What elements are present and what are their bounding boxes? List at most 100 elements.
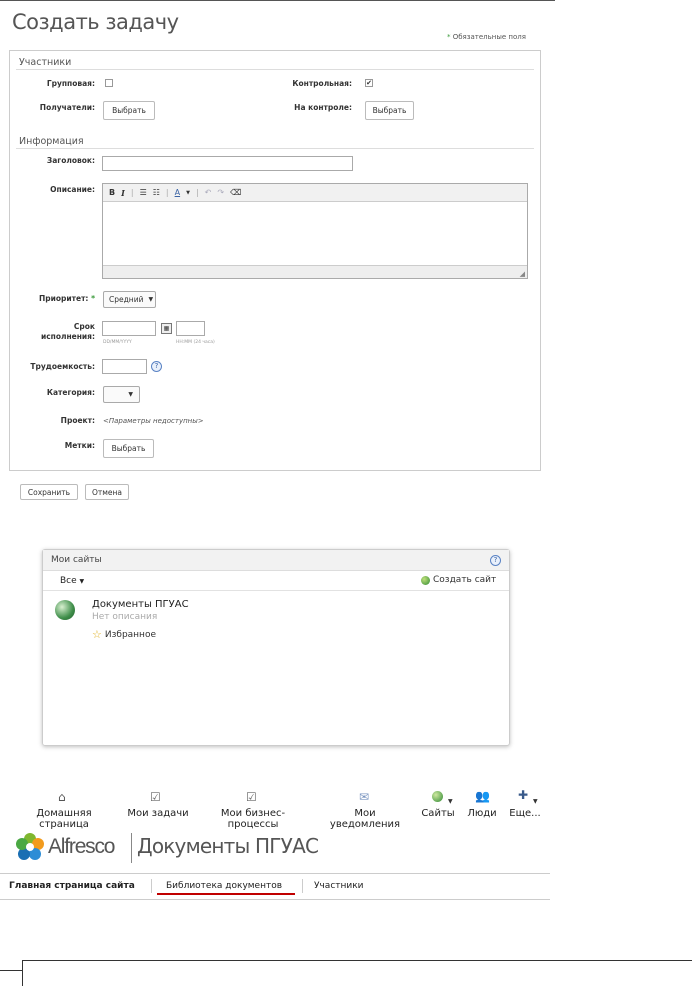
group-label: Групповая: bbox=[46, 79, 95, 88]
tasks-icon[interactable]: ☑ bbox=[150, 790, 161, 804]
due-date-input[interactable] bbox=[102, 321, 156, 336]
site-name-link[interactable]: Документы ПГУАС bbox=[92, 599, 189, 610]
nav-my-workflows[interactable]: Мои бизнес-процессы bbox=[196, 808, 310, 830]
control-label: Контрольная: bbox=[292, 79, 352, 88]
tab-members[interactable]: Участники bbox=[314, 881, 364, 891]
help-icon[interactable]: ? bbox=[490, 555, 501, 566]
editor-statusbar: ◢ bbox=[103, 265, 527, 278]
nav-home[interactable]: Домашняя страница bbox=[10, 808, 118, 830]
due-label-line2: исполнения: bbox=[40, 332, 95, 341]
site-globe-icon bbox=[55, 600, 75, 620]
heading-input[interactable] bbox=[102, 156, 353, 171]
tags-label: Метки: bbox=[64, 441, 95, 450]
project-label: Проект: bbox=[60, 416, 95, 425]
filter-value: Все bbox=[60, 576, 77, 586]
nav-people[interactable]: Люди bbox=[465, 808, 499, 819]
priority-label: Приоритет: * bbox=[20, 294, 95, 303]
undo-icon[interactable]: ↶ bbox=[205, 188, 212, 197]
due-time-input[interactable] bbox=[176, 321, 205, 336]
heading-label: Заголовок: bbox=[46, 156, 95, 165]
redo-icon[interactable]: ↷ bbox=[217, 188, 224, 197]
page-title: Создать задачу bbox=[12, 10, 179, 34]
resize-handle-icon[interactable]: ◢ bbox=[520, 270, 525, 278]
section-divider bbox=[16, 69, 534, 70]
section-divider bbox=[16, 148, 534, 149]
toolbar-separator: | bbox=[130, 188, 134, 197]
nav-more[interactable]: Еще... bbox=[506, 808, 544, 819]
create-site-link[interactable]: Создать сайт bbox=[421, 575, 496, 585]
effort-input[interactable] bbox=[102, 359, 147, 374]
priority-select[interactable]: Средний ▼ bbox=[103, 291, 156, 308]
tab-site-home[interactable]: Главная страница сайта bbox=[9, 881, 135, 891]
nav-my-tasks[interactable]: Мои задачи bbox=[127, 808, 189, 819]
globe-icon bbox=[421, 575, 430, 585]
cancel-button[interactable]: Отмена bbox=[85, 484, 129, 500]
tabs-bottom-rule bbox=[0, 899, 550, 900]
footer-rule-stub bbox=[0, 970, 22, 971]
text-color-icon[interactable]: A bbox=[175, 188, 180, 197]
italic-icon[interactable]: I bbox=[121, 188, 125, 198]
plus-icon[interactable]: ✚ bbox=[518, 788, 528, 802]
dashlet-header bbox=[43, 550, 509, 571]
create-site-label: Создать сайт bbox=[433, 575, 497, 585]
required-star: * bbox=[447, 33, 451, 41]
numbered-list-icon[interactable]: ☷ bbox=[153, 188, 160, 197]
group-checkbox[interactable] bbox=[105, 79, 113, 87]
required-note-text: Обязательные поля bbox=[452, 33, 526, 41]
people-icon[interactable]: 👥 bbox=[475, 789, 490, 803]
recipients-label: Получатели: bbox=[39, 103, 95, 112]
site-description: Нет описания bbox=[92, 612, 158, 622]
calendar-icon[interactable]: ▦ bbox=[161, 323, 172, 334]
tags-select-button[interactable]: Выбрать bbox=[103, 439, 154, 458]
sites-globe-icon[interactable] bbox=[432, 791, 443, 802]
control-checkbox[interactable]: ✔ bbox=[365, 79, 373, 87]
nav-sites[interactable]: Сайты bbox=[418, 808, 458, 819]
site-title: Документы ПГУАС bbox=[137, 834, 319, 858]
tab-separator bbox=[151, 879, 152, 893]
footer-rule bbox=[22, 960, 692, 961]
editor-toolbar: B I | ☰ ☷ | A ▼ | ↶ ↷ ⌫ bbox=[103, 184, 527, 202]
toolbar-separator: | bbox=[165, 188, 169, 197]
chevron-down-icon: ▼ bbox=[79, 578, 85, 585]
time-format-hint: HH:MM (24 часа) bbox=[176, 340, 215, 345]
mail-icon[interactable]: ✉ bbox=[359, 790, 369, 804]
date-format-hint: DD/MM/YYYY bbox=[103, 340, 132, 345]
description-label: Описание: bbox=[50, 185, 95, 194]
due-label-line1: Срок bbox=[73, 322, 95, 331]
tab-document-library[interactable]: Библиотека документов bbox=[166, 881, 282, 891]
alfresco-flower-icon bbox=[16, 833, 44, 860]
category-select[interactable]: ▼ bbox=[103, 386, 140, 403]
bold-icon[interactable]: B bbox=[109, 188, 115, 197]
nav-my-notifications[interactable]: Мои уведомления bbox=[318, 808, 412, 830]
required-note: * Обязательные поля bbox=[447, 33, 526, 41]
home-icon[interactable]: ⌂ bbox=[58, 790, 66, 804]
favorite-link[interactable]: ☆ Избранное bbox=[92, 628, 156, 641]
on-control-label: На контроле: bbox=[294, 103, 352, 112]
help-icon[interactable]: ? bbox=[151, 361, 162, 372]
filter-dropdown[interactable]: Все ▼ bbox=[60, 576, 84, 586]
toolbar-separator: | bbox=[195, 188, 199, 197]
participants-section-title: Участники bbox=[19, 57, 72, 68]
bullet-list-icon[interactable]: ☰ bbox=[140, 188, 147, 197]
dashlet-divider bbox=[43, 590, 509, 591]
footer-rule-left bbox=[22, 960, 23, 986]
alfresco-logo: Alfresco bbox=[48, 835, 115, 858]
tabs-top-rule bbox=[0, 873, 550, 874]
recipients-select-button[interactable]: Выбрать bbox=[103, 101, 155, 120]
eraser-icon[interactable]: ⌫ bbox=[230, 188, 241, 197]
chevron-down-icon[interactable]: ▼ bbox=[448, 798, 453, 805]
my-sites-dashlet: Мои сайты ? Все ▼ Создать сайт Документы… bbox=[42, 549, 510, 746]
required-star: * bbox=[91, 294, 95, 303]
on-control-select-button[interactable]: Выбрать bbox=[365, 101, 414, 120]
category-label: Категория: bbox=[46, 388, 95, 397]
tab-separator bbox=[302, 879, 303, 893]
chevron-down-icon[interactable]: ▼ bbox=[186, 190, 190, 196]
save-button[interactable]: Сохранить bbox=[20, 484, 78, 500]
description-editor[interactable]: B I | ☰ ☷ | A ▼ | ↶ ↷ ⌫ ◢ bbox=[102, 183, 528, 279]
project-value: <Параметры недоступны> bbox=[103, 417, 204, 425]
chevron-down-icon[interactable]: ▼ bbox=[533, 798, 538, 805]
priority-label-text: Приоритет: bbox=[38, 294, 89, 303]
workflows-icon[interactable]: ☑ bbox=[246, 790, 257, 804]
favorite-label: Избранное bbox=[104, 629, 156, 640]
chevron-down-icon: ▼ bbox=[128, 391, 133, 398]
